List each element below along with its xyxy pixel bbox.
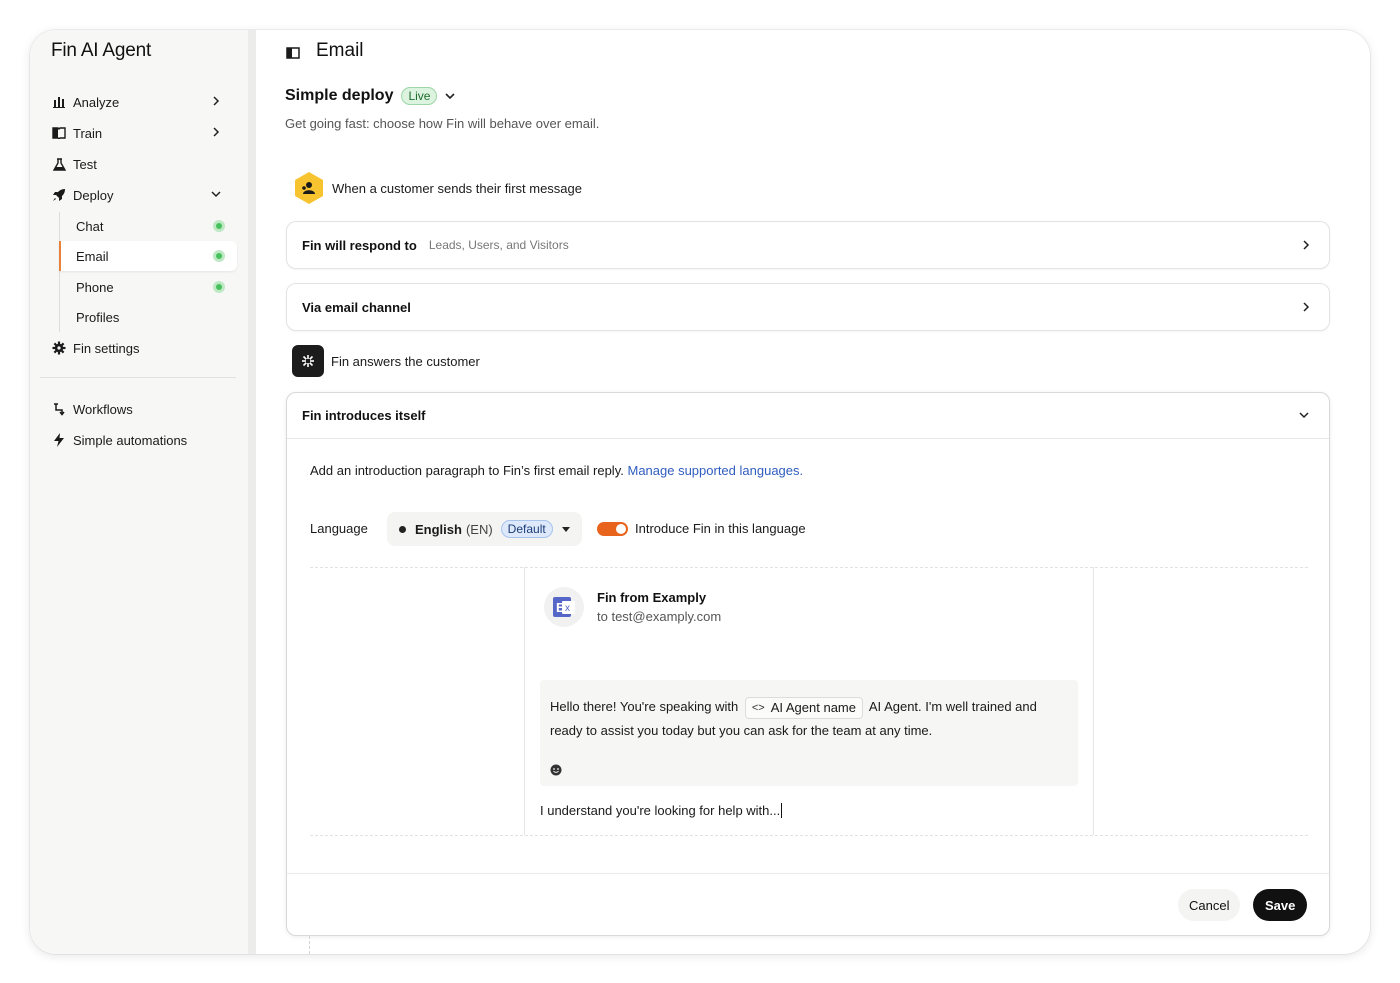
fin-bot-icon bbox=[292, 345, 324, 377]
intro-message-editor[interactable]: Hello there! You're speaking with <> AI A… bbox=[540, 680, 1078, 786]
status-badge: Live bbox=[401, 87, 438, 105]
chevron-right-icon bbox=[1303, 302, 1310, 312]
lightning-icon bbox=[51, 432, 67, 448]
app-title: Fin AI Agent bbox=[51, 40, 152, 61]
footer-divider bbox=[287, 873, 1329, 874]
app-window: Fin AI Agent Analyze Train Test Deploy C… bbox=[30, 30, 1370, 954]
channel-label: Via email channel bbox=[302, 299, 411, 315]
language-name: English bbox=[415, 521, 462, 537]
preview-bottom-divider bbox=[310, 835, 1308, 836]
chevron-right-icon bbox=[213, 96, 220, 106]
respond-value: Leads, Users, and Visitors bbox=[428, 238, 569, 252]
attribute-chip[interactable]: <> AI Agent name bbox=[744, 696, 863, 719]
sidebar-item-workflows[interactable]: Workflows bbox=[51, 398, 223, 420]
intro-card-header[interactable]: Fin introduces itself bbox=[287, 393, 1329, 439]
recipient: to test@examply.com bbox=[597, 609, 722, 624]
sidebar-item-label: Deploy bbox=[73, 187, 114, 203]
emoji-icon[interactable] bbox=[550, 764, 562, 776]
sidebar-item-label: Analyze bbox=[73, 94, 120, 110]
language-label: Language bbox=[310, 521, 368, 536]
timeline-connector bbox=[309, 936, 310, 954]
answers-step: Fin answers the customer bbox=[292, 345, 480, 377]
sidebar-item-label: Test bbox=[73, 156, 97, 172]
code-arrows-icon: <> bbox=[751, 701, 765, 714]
book-icon bbox=[51, 125, 67, 141]
deploy-title: Simple deploy bbox=[285, 87, 394, 104]
cancel-button[interactable]: Cancel bbox=[1178, 889, 1241, 921]
deploy-mode-selector[interactable]: Simple deploy Live bbox=[285, 87, 457, 105]
intro-description-text: Add an introduction paragraph to Fin’s f… bbox=[310, 463, 624, 478]
sidebar-item-deploy[interactable]: Deploy bbox=[51, 184, 223, 206]
chevron-right-icon bbox=[1303, 240, 1310, 250]
gear-icon bbox=[51, 340, 67, 356]
sidebar: Fin AI Agent Analyze Train Test Deploy C… bbox=[30, 30, 248, 954]
sender-avatar: Ex bbox=[544, 587, 584, 627]
trigger-step: When a customer sends their first messag… bbox=[292, 171, 582, 205]
answers-text: Fin answers the customer bbox=[331, 353, 480, 369]
chevron-right-icon bbox=[213, 127, 220, 137]
sidebar-item-simple-automations[interactable]: Simple automations bbox=[51, 429, 223, 451]
sidebar-item-test[interactable]: Test bbox=[51, 153, 223, 175]
introduce-toggle[interactable] bbox=[597, 522, 628, 536]
save-button[interactable]: Save bbox=[1253, 889, 1308, 921]
page-header: Email bbox=[286, 40, 364, 62]
intro-card-title: Fin introduces itself bbox=[302, 408, 426, 423]
rocket-icon bbox=[51, 187, 67, 203]
live-status-dot bbox=[213, 220, 225, 232]
sidebar-divider bbox=[40, 377, 236, 378]
email-preview: Ex Fin from Examply to test@examply.com … bbox=[524, 567, 1094, 835]
live-status-dot bbox=[213, 250, 225, 262]
sidebar-edge bbox=[248, 30, 256, 954]
attribute-chip-label: AI Agent name bbox=[770, 699, 856, 715]
language-code: (EN) bbox=[465, 521, 493, 537]
message-text-start: Hello there! You're speaking with bbox=[550, 699, 739, 714]
intro-card: Fin introduces itself Add an introductio… bbox=[286, 392, 1330, 936]
svg-text:E: E bbox=[556, 600, 565, 615]
chevron-down-icon bbox=[211, 191, 221, 198]
bar-chart-icon bbox=[51, 94, 67, 110]
caret-down-icon bbox=[561, 526, 570, 532]
svg-text:x: x bbox=[565, 603, 570, 614]
language-bullet-icon bbox=[399, 525, 406, 533]
sidebar-item-label: Email bbox=[76, 248, 109, 264]
manage-languages-link[interactable]: Manage supported languages. bbox=[627, 463, 803, 478]
reply-text[interactable]: I understand you're looking for help wit… bbox=[540, 803, 783, 818]
flask-icon bbox=[51, 156, 67, 172]
text-cursor bbox=[781, 803, 783, 818]
sidebar-item-analyze[interactable]: Analyze bbox=[51, 91, 223, 113]
live-status-dot bbox=[213, 281, 225, 293]
sidebar-item-label: Fin settings bbox=[73, 340, 140, 356]
sidebar-item-label: Workflows bbox=[73, 401, 133, 417]
email-channel-card[interactable]: Via email channel bbox=[286, 283, 1330, 331]
intro-description: Add an introduction paragraph to Fin’s f… bbox=[310, 463, 803, 478]
sidebar-toggle-icon[interactable] bbox=[286, 43, 302, 59]
sidebar-item-label: Phone bbox=[76, 279, 114, 295]
default-badge: Default bbox=[500, 520, 553, 538]
chevron-down-icon bbox=[1299, 412, 1309, 419]
workflow-icon bbox=[51, 401, 67, 417]
sender-name: Fin from Examply bbox=[597, 590, 707, 605]
sidebar-item-label: Train bbox=[73, 125, 103, 141]
trigger-text: When a customer sends their first messag… bbox=[332, 180, 582, 196]
sidebar-item-label: Chat bbox=[76, 218, 104, 234]
sidebar-item-chat[interactable]: Chat bbox=[59, 211, 237, 241]
sidebar-item-label: Profiles bbox=[76, 309, 120, 325]
sidebar-item-email[interactable]: Email bbox=[59, 241, 237, 271]
sidebar-item-profiles[interactable]: Profiles bbox=[59, 302, 237, 332]
main-content: Email Simple deploy Live Get going fast:… bbox=[256, 30, 1370, 954]
sidebar-item-train[interactable]: Train bbox=[51, 122, 223, 144]
respond-label: Fin will respond to bbox=[302, 237, 417, 253]
page-title: Email bbox=[316, 40, 364, 61]
sidebar-item-label: Simple automations bbox=[73, 432, 188, 448]
respond-to-card[interactable]: Fin will respond to Leads, Users, and Vi… bbox=[286, 221, 1330, 269]
language-select[interactable]: English (EN) Default bbox=[387, 512, 582, 546]
customer-hexagon-icon bbox=[295, 172, 323, 204]
deploy-description: Get going fast: choose how Fin will beha… bbox=[285, 116, 600, 131]
toggle-label: Introduce Fin in this language bbox=[635, 521, 806, 536]
reply-text-content: I understand you're looking for help wit… bbox=[540, 803, 781, 818]
sidebar-item-phone[interactable]: Phone bbox=[59, 272, 237, 302]
sidebar-item-fin-settings[interactable]: Fin settings bbox=[51, 337, 223, 359]
chevron-down-icon[interactable] bbox=[443, 89, 457, 103]
